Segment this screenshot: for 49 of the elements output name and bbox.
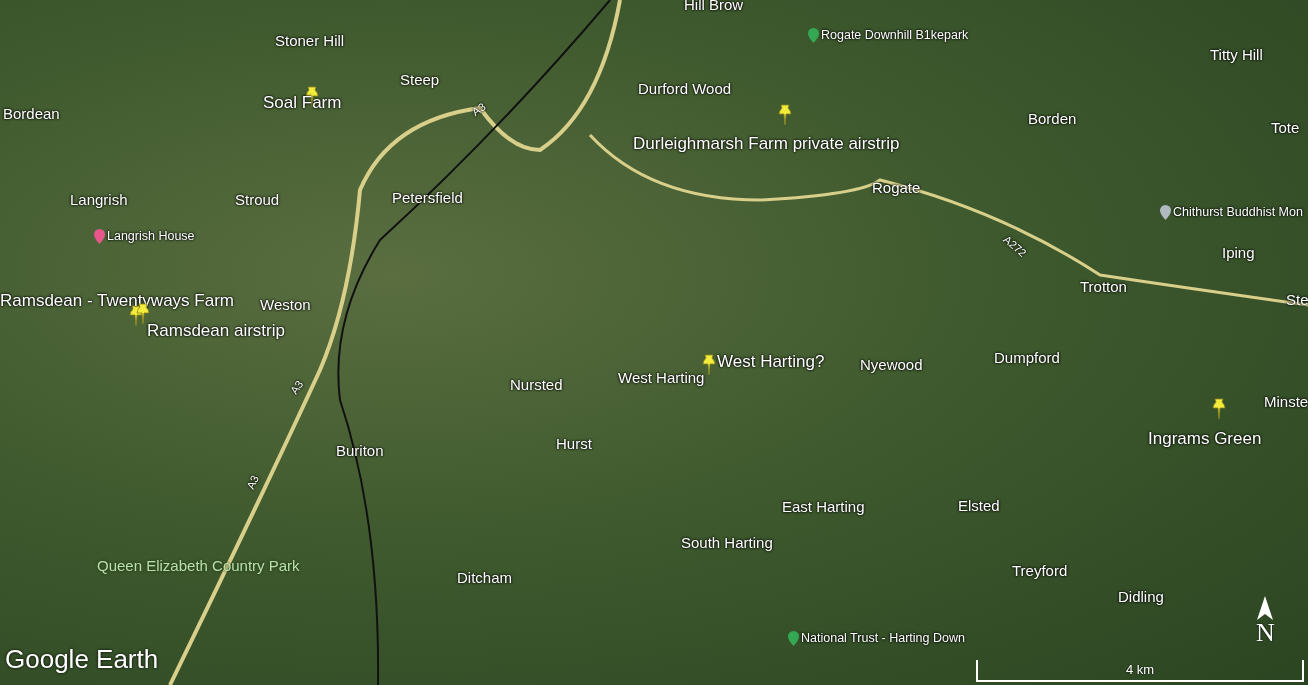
placemark-label[interactable]: Ramsdean - Twentyways Farm bbox=[0, 288, 234, 314]
road-label: A3 bbox=[243, 472, 262, 492]
poi-label[interactable]: Langrish House bbox=[107, 227, 195, 246]
place-label: East Harting bbox=[782, 497, 865, 517]
placemark-label[interactable]: West Harting? bbox=[717, 349, 825, 375]
place-label: Tote bbox=[1271, 118, 1300, 138]
place-label: Ditcham bbox=[457, 568, 512, 588]
place-label: Dumpford bbox=[994, 348, 1060, 368]
placemark-label[interactable]: Ramsdean airstrip bbox=[147, 318, 285, 344]
pushpin-icon[interactable] bbox=[1211, 398, 1227, 420]
place-label: Minste bbox=[1264, 392, 1308, 412]
place-label: Nursted bbox=[510, 375, 563, 395]
place-label: Treyford bbox=[1012, 561, 1068, 581]
place-label: South Harting bbox=[681, 533, 773, 553]
placemark-label[interactable]: Soal Farm bbox=[263, 90, 342, 116]
poi-label[interactable]: Chithurst Buddhist Mon bbox=[1173, 203, 1303, 222]
north-arrow-icon bbox=[1257, 596, 1274, 620]
place-label: Nyewood bbox=[860, 355, 923, 375]
place-label: Steep bbox=[400, 70, 440, 90]
place-label: Titty Hill bbox=[1210, 45, 1263, 65]
place-label: Langrish bbox=[70, 190, 128, 210]
map-pin-icon[interactable] bbox=[808, 27, 819, 43]
compass-label: N bbox=[1256, 620, 1275, 646]
road-label: A3 bbox=[468, 99, 489, 120]
place-label: Buriton bbox=[336, 441, 384, 461]
place-label: Bordean bbox=[3, 104, 60, 124]
place-label: Hill Brow bbox=[684, 0, 744, 15]
place-label: West Harting bbox=[618, 368, 705, 388]
place-label: Stroud bbox=[235, 190, 280, 210]
place-label: Stoner Hill bbox=[275, 31, 345, 51]
poi-label[interactable]: National Trust - Harting Down bbox=[801, 629, 965, 648]
scale-label: 4 km bbox=[1125, 661, 1155, 679]
place-label: Hurst bbox=[556, 434, 592, 454]
pushpin-icon[interactable] bbox=[777, 104, 793, 126]
place-label: Iping bbox=[1222, 243, 1255, 263]
placemark-label[interactable]: Durleighmarsh Farm private airstrip bbox=[633, 131, 900, 157]
place-label: Didling bbox=[1118, 587, 1164, 607]
place-label: Trotton bbox=[1080, 277, 1127, 297]
poi-label[interactable]: Rogate Downhill B1kepark bbox=[821, 26, 969, 45]
map-pin-icon[interactable] bbox=[1160, 204, 1171, 220]
place-label: Petersfield bbox=[392, 188, 463, 208]
logo: Google Earth bbox=[5, 643, 159, 676]
road-label: A3 bbox=[286, 377, 307, 398]
place-label: Elsted bbox=[958, 496, 1000, 516]
place-label: Weston bbox=[260, 295, 311, 315]
place-label: Borden bbox=[1028, 109, 1077, 129]
place-label: Durford Wood bbox=[638, 79, 732, 99]
map-pin-icon[interactable] bbox=[788, 630, 799, 646]
placemark-label[interactable]: Ingrams Green bbox=[1148, 426, 1262, 452]
